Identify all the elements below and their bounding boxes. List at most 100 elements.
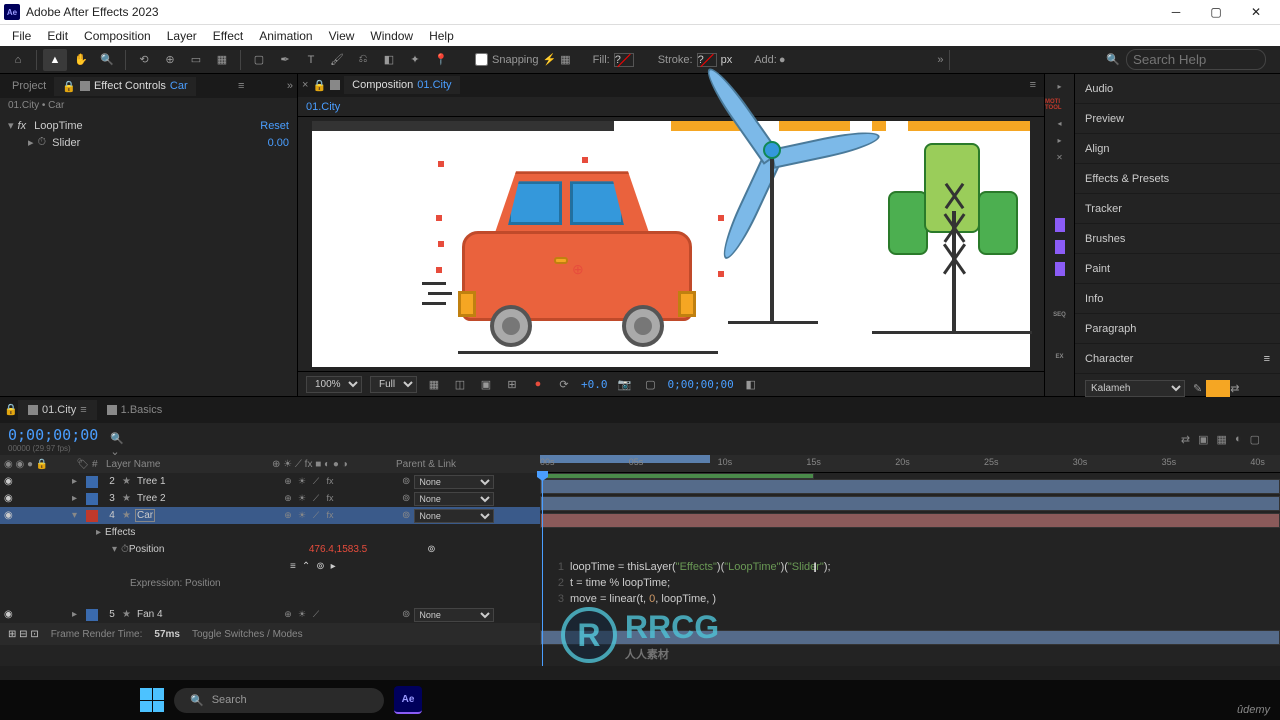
comp-mini-flowchart-icon[interactable]: ⇄ — [1181, 433, 1190, 446]
menu-file[interactable]: File — [4, 29, 39, 43]
menu-composition[interactable]: Composition — [76, 29, 159, 43]
work-area[interactable] — [540, 455, 710, 463]
resolution-select[interactable]: Full — [370, 376, 417, 393]
seq-tag[interactable]: SEQ — [1053, 312, 1066, 318]
label-color[interactable] — [86, 609, 98, 621]
add-menu-icon[interactable]: ● — [779, 54, 786, 66]
layer-bar-fan4[interactable] — [540, 630, 1280, 645]
expand-icon[interactable]: ◂ — [1057, 119, 1061, 128]
timeline-timecode[interactable]: 0;00;00;00 — [8, 426, 98, 444]
panel-paragraph[interactable]: Paragraph — [1075, 314, 1280, 344]
puppet-tool[interactable]: 📍 — [429, 49, 453, 71]
exposure-value[interactable]: +0.0 — [581, 378, 608, 391]
position-value[interactable]: 476.4,1583.5 — [309, 544, 367, 555]
expr-enable-icon[interactable]: ≡ — [290, 561, 296, 572]
channel-icon[interactable]: ● — [529, 375, 547, 393]
effect-reset[interactable]: Reset — [260, 120, 289, 132]
layer-name[interactable]: Tree 1 — [135, 475, 168, 488]
pickwhip-icon[interactable]: ⊚ — [402, 609, 410, 620]
home-tool[interactable]: ⌂ — [6, 49, 30, 71]
parent-select[interactable]: None — [414, 509, 494, 523]
prev-comp-icon[interactable]: × — [302, 79, 308, 91]
pickwhip-icon[interactable]: ⊚ — [427, 544, 435, 555]
twirl-icon[interactable]: ▸ — [96, 527, 101, 538]
start-button[interactable] — [140, 688, 164, 712]
twirl-icon[interactable]: ▾ — [72, 510, 82, 521]
timeline-tab-basics[interactable]: 1.Basics — [97, 400, 173, 420]
fill-swatch[interactable]: ? — [614, 53, 634, 67]
close-strip-icon[interactable]: ✕ — [1056, 153, 1063, 162]
twirl-icon[interactable]: ▸ — [72, 609, 82, 620]
stopwatch-icon[interactable]: ⏱ — [121, 544, 129, 555]
menu-layer[interactable]: Layer — [159, 29, 205, 43]
timeline-tab-city[interactable]: 01.City ≡ — [18, 400, 97, 420]
pickwhip-icon[interactable]: ⊚ — [402, 476, 410, 487]
stroke-swatch[interactable]: ? — [697, 53, 717, 67]
parent-select[interactable]: None — [414, 492, 494, 506]
twirl-icon[interactable]: ▸ — [28, 136, 34, 149]
panel-character[interactable]: Character ≡ — [1075, 344, 1280, 374]
swap-color-icon[interactable]: ⇄ — [1230, 382, 1239, 395]
visibility-icon[interactable]: ◉ — [4, 476, 16, 488]
region-icon[interactable]: ▣ — [477, 375, 495, 393]
twirl-icon[interactable]: ▾ — [112, 544, 117, 555]
visibility-icon[interactable]: ◉ — [4, 510, 16, 522]
eraser-tool[interactable]: ◧ — [377, 49, 401, 71]
expand-icon-2[interactable]: ▸ — [1057, 136, 1061, 145]
transparency-grid-icon[interactable]: ▦ — [425, 375, 443, 393]
expr-graph-icon[interactable]: ⌃ — [302, 561, 310, 572]
tab-effect-controls[interactable]: 🔒 Effect Controls Car — [54, 77, 195, 96]
label-color[interactable] — [86, 476, 98, 488]
type-tool[interactable]: T — [299, 49, 323, 71]
help-search-input[interactable] — [1126, 49, 1266, 70]
viewer-menu-icon[interactable]: ◧ — [742, 375, 760, 393]
text-color-swatch[interactable] — [1206, 380, 1230, 398]
parent-select[interactable]: None — [414, 608, 494, 622]
comp-panel-menu[interactable]: ≡ — [1026, 79, 1040, 91]
position-prop[interactable]: ▾ ⏱ Position 476.4,1583.5 ⊚ — [0, 541, 540, 558]
panel-audio[interactable]: Audio — [1075, 74, 1280, 104]
purple-tag-3[interactable] — [1055, 262, 1065, 276]
timeline-tracks[interactable]: 1loopTime = thisLayer("Effects")("LoopTi… — [540, 473, 1280, 666]
pickwhip-icon[interactable]: ⊚ — [402, 493, 410, 504]
menu-animation[interactable]: Animation — [251, 29, 320, 43]
menu-edit[interactable]: Edit — [39, 29, 76, 43]
after-effects-taskbar-icon[interactable]: Ae — [394, 686, 422, 714]
time-ruler[interactable]: 00s 05s 10s 15s 20s 25s 30s 35s 40s — [540, 455, 1280, 473]
panel-effects-presets[interactable]: Effects & Presets — [1075, 164, 1280, 194]
panel-info[interactable]: Info — [1075, 284, 1280, 314]
taskbar-search[interactable]: 🔍 Search — [174, 688, 384, 713]
layer-tree1[interactable]: ◉ ▸ 2 ★Tree 1 ⊕☀⟋fx ⊚None — [0, 473, 540, 490]
lock-icon[interactable]: 🔒 — [4, 403, 18, 417]
ex-tag[interactable]: EX — [1055, 354, 1063, 360]
label-color[interactable] — [86, 493, 98, 505]
composition-canvas[interactable]: ⊕ — [312, 121, 1030, 367]
pan-behind-tool[interactable]: ⊕ — [158, 49, 182, 71]
show-snapshot-icon[interactable]: ▢ — [642, 375, 660, 393]
timeline-right[interactable]: 00s 05s 10s 15s 20s 25s 30s 35s 40s 1loo… — [540, 455, 1280, 666]
character-menu-icon[interactable]: ≡ — [1264, 353, 1270, 365]
layer-name[interactable]: Tree 2 — [135, 492, 168, 505]
clone-tool[interactable]: ⎌ — [351, 49, 375, 71]
layer-bar-tree1[interactable] — [540, 479, 1280, 494]
layer-name[interactable]: Fan 4 — [135, 608, 165, 621]
close-button[interactable]: ✕ — [1236, 0, 1276, 24]
reset-exposure-icon[interactable]: ⟳ — [555, 375, 573, 393]
eyedropper-icon[interactable]: ✎ — [1193, 382, 1202, 395]
tab-menu-icon[interactable]: ≡ — [80, 404, 86, 416]
effect-looptime[interactable]: ▾ fx LoopTime Reset — [0, 117, 297, 134]
expression-editor[interactable]: 1loopTime = thisLayer("Effects")("LoopTi… — [550, 559, 1280, 607]
draft3d-icon[interactable]: ▣ — [1198, 433, 1208, 446]
viewer-area[interactable]: ⊕ — [298, 117, 1044, 371]
mask-tool[interactable]: ▦ — [210, 49, 234, 71]
snap-grid-icon[interactable]: ▦ — [560, 53, 570, 66]
panel-overflow[interactable]: » — [287, 80, 293, 92]
menu-effect[interactable]: Effect — [205, 29, 251, 43]
rect-tool[interactable]: ▭ — [184, 49, 208, 71]
viewer-timecode[interactable]: 0;00;00;00 — [668, 378, 734, 391]
toggle-switches-icon[interactable]: ⊞ ⊟ ⊡ — [8, 629, 39, 640]
snapshot-icon[interactable]: 📷 — [616, 375, 634, 393]
panel-tracker[interactable]: Tracker — [1075, 194, 1280, 224]
zoom-select[interactable]: 100% — [306, 376, 362, 393]
selection-tool[interactable]: ▲ — [43, 49, 67, 71]
